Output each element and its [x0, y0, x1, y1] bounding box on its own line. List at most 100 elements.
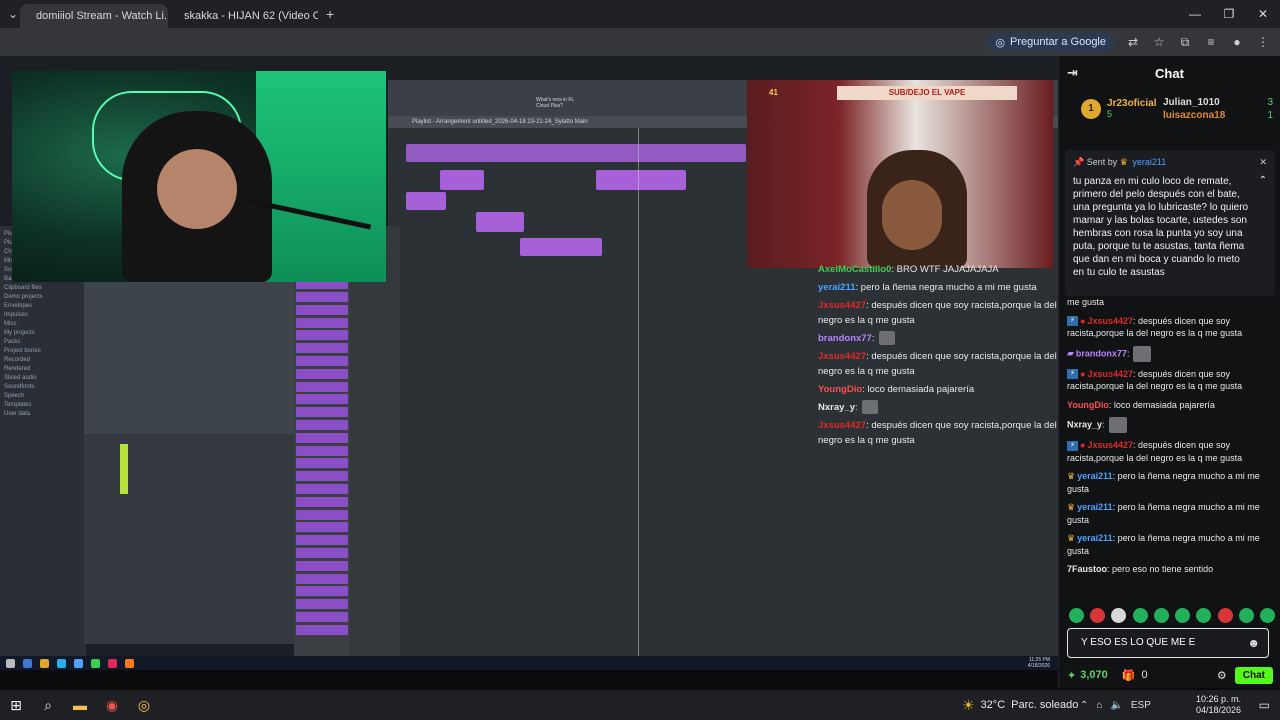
waveform-clip	[406, 192, 446, 210]
chat-username[interactable]: 7Faustoo	[1067, 564, 1107, 574]
pin-icon: 📌	[1073, 157, 1085, 167]
restore-icon[interactable]: ❐	[1212, 0, 1246, 28]
search-icon[interactable]: ⌕	[32, 690, 64, 720]
chat-username[interactable]: yerai211	[1077, 533, 1113, 543]
gift-icon: 🎁	[1121, 669, 1136, 682]
bookmark-star-icon[interactable]: ☆	[1152, 35, 1166, 49]
leader-third-count: 1	[1267, 110, 1273, 121]
translate-icon[interactable]: ⇄	[1126, 35, 1140, 49]
chat-username[interactable]: brandonx77	[1076, 348, 1127, 358]
fl-clip-item	[296, 560, 348, 571]
unpin-icon[interactable]: ✕	[1259, 156, 1267, 169]
gift-counter[interactable]: 🎁 0	[1122, 669, 1148, 682]
profile-avatar-icon[interactable]: ●	[1230, 35, 1244, 49]
emote-icon[interactable]	[1196, 608, 1212, 623]
chat-input[interactable]: Y ESO ES LO QUE ME E ☻	[1067, 628, 1269, 658]
chat-username[interactable]: Jxsus4427	[1087, 316, 1133, 326]
chrome-icon[interactable]: ◎	[128, 690, 160, 720]
fl-browser-item: Soundfonts	[4, 384, 35, 390]
video-banner: SUB/DEJO EL VAPE	[837, 86, 1017, 100]
chat-message: YoungDio: loco demasiada pajarería	[1067, 399, 1275, 412]
emote-icon[interactable]	[1259, 608, 1275, 623]
pinned-user[interactable]: yerai211	[1132, 157, 1166, 167]
fl-clip-item	[296, 458, 348, 469]
emoji-picker-icon[interactable]: ☻	[1247, 629, 1260, 657]
reading-list-icon[interactable]: ≡	[1204, 35, 1218, 49]
chat-username[interactable]: Jxsus4427	[1087, 369, 1133, 379]
ask-google-button[interactable]: ◎ Preguntar a Google	[987, 32, 1114, 52]
fl-clip-item	[296, 381, 348, 392]
emote-icon[interactable]	[1069, 608, 1084, 623]
channel-points[interactable]: ✦ 3,070	[1067, 669, 1108, 682]
fl-clip-item	[296, 612, 348, 622]
chat-username[interactable]: Nxray_y	[1067, 419, 1102, 429]
network-icon[interactable]: ⌂	[1096, 700, 1102, 711]
windows-taskbar: ⊞ ⌕ ▬ ◉ ◎ ☀ 32°C Parc. soleado ⌃ ⌂ 🔈 ESP…	[0, 690, 1280, 720]
fl-clip-item	[296, 317, 348, 328]
fl-clip-item	[296, 343, 348, 354]
fl-clip-item	[296, 509, 348, 520]
chat-settings-icon[interactable]: ⚙	[1217, 669, 1227, 682]
overlay-chat-message: YoungDio: loco demasiada pajarería	[818, 382, 1058, 397]
language-indicator[interactable]: ESP	[1131, 700, 1151, 711]
chat-message: ▰ brandonx77:	[1067, 345, 1275, 362]
windows-start-icon[interactable]: ⊞	[0, 690, 32, 720]
extensions-icon[interactable]: ⧉	[1178, 35, 1192, 50]
leader-third: luisazcona18 1	[1163, 110, 1273, 121]
fl-clip-item	[296, 586, 348, 597]
collapse-pinned-icon[interactable]: ⌃	[1259, 174, 1267, 187]
gift-leaderboard[interactable]: 1 Jr23oficial 5 Julian_1010 3 luisazcona…	[1071, 94, 1273, 134]
pinned-sender: 📌 Sent by ♛ yerai211 ✕	[1073, 156, 1267, 169]
leader-others: Julian_1010 3 luisazcona18 1	[1163, 97, 1273, 121]
fl-browser-item: Clipboard files	[4, 285, 43, 291]
streamer-webcam	[12, 71, 386, 282]
weather-widget[interactable]: ☀ 32°C Parc. soleado	[962, 690, 1078, 720]
emote-icon[interactable]	[1111, 608, 1127, 623]
leader-first-count: 5	[1107, 109, 1113, 119]
minimize-icon[interactable]: —	[1178, 0, 1212, 28]
emote-icon[interactable]	[1217, 608, 1233, 623]
emote-icon[interactable]	[1238, 608, 1254, 623]
stream-video[interactable]: Plugin databasePlugin presetsChannel pre…	[0, 56, 1058, 656]
overlay-username: Jxsus4427	[818, 420, 867, 431]
overlay-username: Jxsus4427	[818, 300, 867, 311]
chat-username[interactable]: Jxsus4427	[1087, 440, 1133, 450]
tab-kick-stream[interactable]: domiiiol Stream - Watch Li... ✕	[20, 4, 168, 28]
crown-icon: ♛	[1067, 533, 1076, 543]
chat-title: Chat	[1155, 65, 1184, 81]
overlay-username: brandonx77	[818, 333, 872, 344]
file-explorer-icon[interactable]: ▬	[64, 690, 96, 720]
browser-menu-icon[interactable]: ⋮	[1256, 35, 1270, 49]
taskbar-clock[interactable]: 10:26 p. m. 04/18/2026	[1196, 694, 1241, 716]
overlay-message-text: :	[871, 333, 875, 344]
new-tab-button[interactable]: +	[326, 6, 334, 22]
tab-youtube[interactable]: skakka - HIJAN 62 (Video Ofi... ✕	[168, 4, 318, 28]
overlay-message-text: :	[854, 402, 858, 413]
waveform-clip	[596, 170, 686, 190]
chat-username[interactable]: yerai211	[1077, 471, 1113, 481]
chevron-up-icon[interactable]: ⌃	[1080, 700, 1088, 711]
remote-clock: 11:25 PM 4/18/2026	[1028, 657, 1050, 669]
fl-clip-item	[296, 548, 348, 558]
chat-username[interactable]: YoungDio	[1067, 400, 1109, 410]
app-icon[interactable]: ◉	[96, 690, 128, 720]
emote-icon	[878, 331, 895, 346]
chat-message: me gusta	[1067, 296, 1275, 309]
emote-icon[interactable]	[1153, 608, 1169, 623]
emote-icon[interactable]	[1175, 608, 1191, 623]
chat-message-text: :	[1102, 419, 1105, 430]
emote-icon[interactable]	[1090, 608, 1106, 623]
tab-search-icon[interactable]: ⌄	[6, 7, 20, 21]
fl-browser-item: User data	[4, 411, 31, 417]
emote-icon[interactable]	[1132, 608, 1148, 623]
send-chat-button[interactable]: Chat	[1234, 666, 1273, 684]
waveform-clip	[476, 212, 524, 232]
window-controls: — ❐ ✕	[1178, 0, 1280, 28]
gift-value: 0	[1141, 669, 1148, 681]
volume-icon[interactable]: 🔈	[1110, 700, 1122, 711]
chat-username[interactable]: yerai211	[1077, 502, 1113, 512]
notifications-icon[interactable]: ▭	[1259, 698, 1270, 712]
collapse-chat-icon[interactable]: ⇥	[1067, 65, 1078, 81]
close-window-icon[interactable]: ✕	[1246, 0, 1280, 28]
fl-browser-item: My projects	[4, 330, 35, 336]
